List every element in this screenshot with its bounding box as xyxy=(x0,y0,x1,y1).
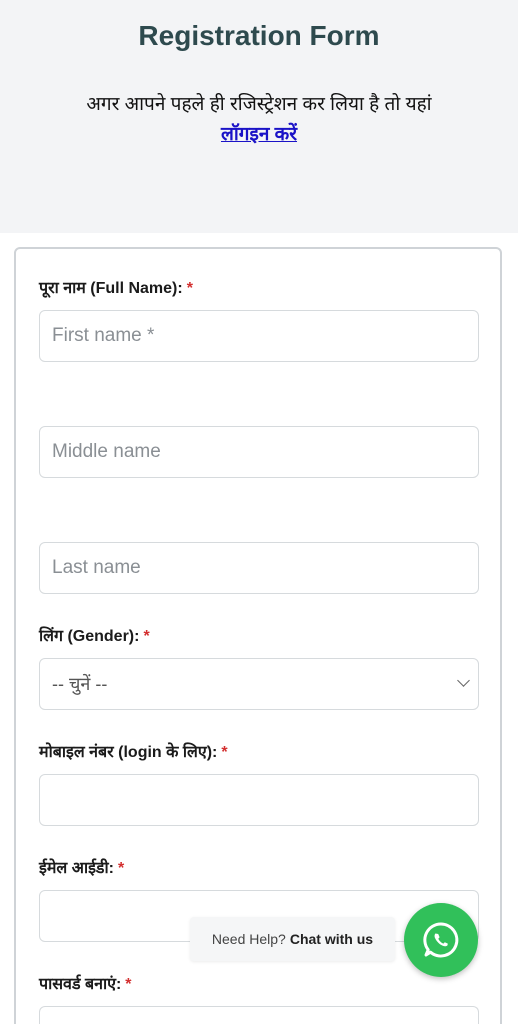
login-prompt-text: अगर आपने पहले ही रजिस्ट्रेशन कर लिया है … xyxy=(86,94,432,115)
whatsapp-chat-button[interactable] xyxy=(404,903,478,977)
last-name-input[interactable] xyxy=(39,542,479,594)
full-name-label-text: पूरा नाम (Full Name): xyxy=(39,280,183,297)
required-mark: * xyxy=(125,976,132,993)
password-input[interactable] xyxy=(39,1006,479,1024)
required-mark: * xyxy=(117,860,125,877)
mobile-label-text: मोबाइल नंबर (login के लिए): xyxy=(39,744,218,761)
chat-help-bubble[interactable]: Need Help? Chat with us xyxy=(190,917,395,961)
password-label-text: पासवर्ड बनाएं: xyxy=(39,976,122,993)
whatsapp-icon xyxy=(423,922,459,958)
mobile-label: मोबाइल नंबर (login के लिए): * xyxy=(39,740,228,762)
gender-label-text: लिंग (Gender): xyxy=(39,628,140,645)
required-mark: * xyxy=(186,280,193,297)
email-label-text: ईमेल आईडी: xyxy=(39,860,114,877)
gender-selected-value: -- चुनें -- xyxy=(52,674,108,694)
chat-help-action: Chat with us xyxy=(289,931,374,947)
header-section: Registration Form अगर आपने पहले ही रजिस्… xyxy=(0,0,518,233)
first-name-input[interactable] xyxy=(39,310,479,362)
mobile-input[interactable] xyxy=(39,774,479,826)
login-link[interactable]: लॉगइन करें xyxy=(221,124,297,145)
required-mark: * xyxy=(143,628,150,645)
email-label: ईमेल आईडी: * xyxy=(39,856,124,878)
password-label: पासवर्ड बनाएं: * xyxy=(39,972,132,994)
gender-select[interactable]: -- चुनें -- xyxy=(39,658,479,710)
chat-help-prefix: Need Help? xyxy=(211,931,286,947)
chevron-down-icon xyxy=(457,674,470,687)
gender-label: लिंग (Gender): * xyxy=(39,624,150,646)
registration-page: Registration Form अगर आपने पहले ही रजिस्… xyxy=(0,0,518,1024)
middle-name-input[interactable] xyxy=(39,426,479,478)
login-prompt: अगर आपने पहले ही रजिस्ट्रेशन कर लिया है … xyxy=(20,90,498,150)
full-name-label: पूरा नाम (Full Name): * xyxy=(39,276,193,298)
page-title: Registration Form xyxy=(138,20,380,51)
required-mark: * xyxy=(221,744,228,761)
